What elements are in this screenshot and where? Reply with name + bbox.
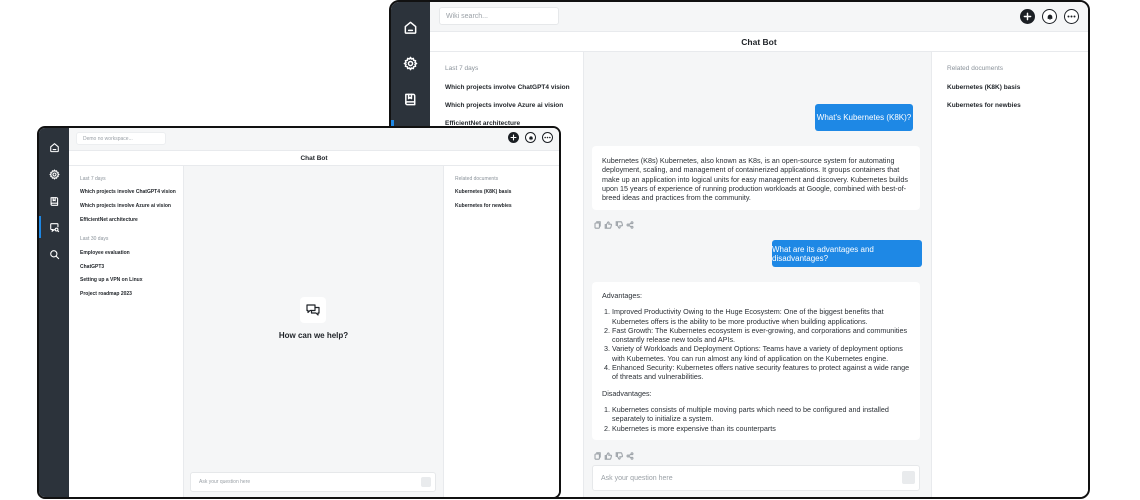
back-user-message: What's Kubernetes (K8K)? bbox=[815, 104, 913, 131]
front-more-button[interactable] bbox=[542, 132, 553, 143]
front-related-pane: Related documents Kubernetes (K8K) basis… bbox=[443, 166, 559, 497]
front-nav-rail bbox=[39, 128, 69, 497]
back-history-last7-label: Last 7 days bbox=[445, 65, 479, 72]
back-related-item[interactable]: Kubernetes (K8K) basis bbox=[947, 84, 1020, 91]
front-search-input[interactable]: Demo no workspace... bbox=[76, 132, 166, 145]
advantages-heading: Advantages: bbox=[602, 291, 642, 300]
copy-icon[interactable] bbox=[593, 447, 601, 460]
front-new-chat-button[interactable] bbox=[508, 132, 519, 143]
back-search-input[interactable]: Wiki search... bbox=[439, 7, 559, 25]
back-topbar: Wiki search... bbox=[430, 2, 1088, 31]
back-history-item[interactable]: Which projects involve ChatGPT4 vision bbox=[445, 84, 570, 91]
front-history-item[interactable]: Setting up a VPN on Linux bbox=[80, 277, 143, 283]
list-item: Variety of Workloads and Deployment Opti… bbox=[612, 344, 910, 363]
front-related-item[interactable]: Kubernetes (K8K) basis bbox=[455, 189, 511, 195]
list-item: Kubernetes consists of multiple moving p… bbox=[612, 405, 910, 424]
back-user-message: What are its advantages and disadvantage… bbox=[772, 240, 922, 267]
chat-bubbles-icon bbox=[300, 297, 326, 323]
chat-search-icon[interactable] bbox=[39, 217, 69, 237]
back-related-pane: Related documents Kubernetes (K8K) basis… bbox=[931, 52, 1088, 497]
thumbs-down-icon[interactable] bbox=[615, 216, 623, 229]
plus-icon bbox=[1023, 12, 1032, 21]
disadvantages-list: Kubernetes consists of multiple moving p… bbox=[602, 405, 910, 433]
back-question-input[interactable]: Ask your question here bbox=[592, 465, 920, 491]
list-item: Kubernetes is more expensive than its co… bbox=[612, 424, 910, 433]
bookmark-book-icon[interactable] bbox=[39, 191, 69, 211]
front-history-item[interactable]: Which projects involve Azure ai vision bbox=[80, 203, 171, 209]
front-history-last7-label: Last 7 days bbox=[80, 176, 106, 182]
empty-state-text: How can we help? bbox=[278, 331, 349, 340]
front-history-item[interactable]: ChatGPT3 bbox=[80, 264, 104, 270]
share-icon[interactable] bbox=[626, 447, 634, 460]
back-reactions-1 bbox=[593, 216, 634, 229]
front-history-last30-label: Last 30 days bbox=[80, 236, 109, 242]
front-history-item[interactable]: Project roadmap 2023 bbox=[80, 291, 132, 297]
bell-icon bbox=[528, 135, 533, 140]
back-more-button[interactable] bbox=[1064, 9, 1079, 24]
front-related-label: Related documents bbox=[455, 176, 499, 182]
front-chat-area: How can we help? Ask your question here bbox=[184, 166, 443, 497]
disadvantages-heading: Disadvantages: bbox=[602, 388, 652, 398]
list-item: Improved Productivity Owing to the Huge … bbox=[612, 307, 910, 326]
list-item: Enhanced Security: Kubernetes offers nat… bbox=[612, 363, 910, 382]
back-related-item[interactable]: Kubernetes for newbies bbox=[947, 102, 1021, 109]
copy-icon[interactable] bbox=[593, 216, 601, 229]
front-question-input[interactable]: Ask your question here bbox=[190, 472, 436, 492]
back-bot-message: Kubernetes (K8s) Kubernetes, also known … bbox=[592, 146, 920, 210]
front-related-item[interactable]: Kubernetes for newbies bbox=[455, 203, 512, 209]
front-history-item[interactable]: Employee evaluation bbox=[80, 250, 130, 256]
bookmark-book-icon[interactable] bbox=[391, 86, 430, 112]
front-page-title: Chat Bot bbox=[69, 150, 559, 166]
back-page-title: Chat Bot bbox=[430, 31, 1088, 52]
list-item: Fast Growth: The Kubernetes ecosystem is… bbox=[612, 326, 910, 345]
back-notifications-button[interactable] bbox=[1042, 9, 1057, 24]
back-chat-area: What's Kubernetes (K8K)? Kubernetes (K8s… bbox=[584, 52, 931, 497]
home-icon[interactable] bbox=[391, 14, 430, 40]
more-icon bbox=[1067, 15, 1076, 18]
advantages-list: Improved Productivity Owing to the Huge … bbox=[602, 307, 910, 381]
front-topbar: Demo no workspace... bbox=[69, 128, 559, 150]
front-history-pane: Last 7 days Which projects involve ChatG… bbox=[69, 166, 184, 497]
thumbs-up-icon[interactable] bbox=[604, 216, 612, 229]
thumbs-down-icon[interactable] bbox=[615, 447, 623, 460]
thumbs-up-icon[interactable] bbox=[604, 447, 612, 460]
front-history-item[interactable]: EfficientNet architecture bbox=[80, 217, 138, 223]
search-icon[interactable] bbox=[39, 244, 69, 264]
bell-icon bbox=[1047, 14, 1052, 20]
back-reactions-2 bbox=[593, 447, 634, 460]
plus-icon bbox=[510, 134, 517, 141]
more-icon bbox=[544, 136, 551, 139]
back-new-chat-button[interactable] bbox=[1020, 9, 1035, 24]
home-icon[interactable] bbox=[39, 137, 69, 157]
front-history-item[interactable]: Which projects involve ChatGPT4 vision bbox=[80, 189, 176, 195]
back-related-label: Related documents bbox=[947, 65, 1004, 72]
front-send-button[interactable] bbox=[421, 477, 431, 487]
back-send-button[interactable] bbox=[902, 471, 915, 484]
back-bot-message: Advantages: Improved Productivity Owing … bbox=[592, 282, 920, 440]
front-window: Demo no workspace... Chat Bot Last 7 day… bbox=[37, 126, 561, 499]
back-history-item[interactable]: Which projects involve Azure ai vision bbox=[445, 102, 563, 109]
gear-icon[interactable] bbox=[39, 164, 69, 184]
front-notifications-button[interactable] bbox=[525, 132, 536, 143]
gear-icon[interactable] bbox=[391, 50, 430, 76]
share-icon[interactable] bbox=[626, 216, 634, 229]
